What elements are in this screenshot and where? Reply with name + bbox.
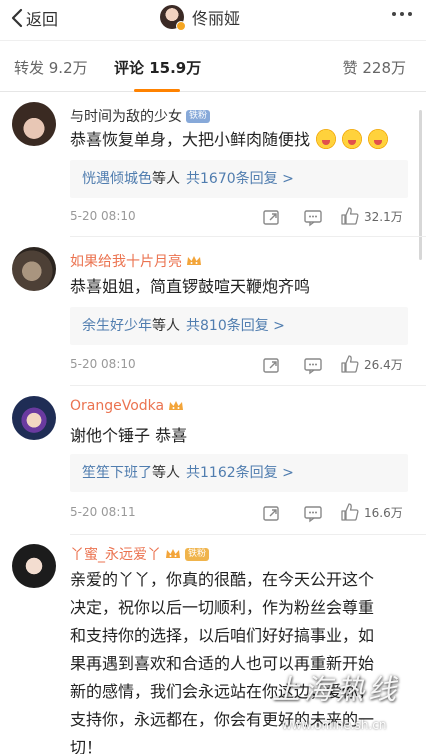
member-crown-icon: [165, 548, 181, 560]
divider: [70, 534, 426, 535]
reply-user[interactable]: 笙笙下班了: [82, 465, 152, 481]
divider: [70, 385, 426, 386]
comment-text: 谢他个锤子 恭喜: [70, 426, 188, 445]
thumb-up-icon: [341, 355, 359, 373]
chevron-left-icon: [11, 8, 23, 28]
comment-text: 恭喜姐姐，简直锣鼓喧天鞭炮齐鸣: [70, 277, 311, 296]
watermark-url: www.online.sh.cn: [282, 718, 387, 732]
comment-time: 5-20 08:10: [70, 209, 136, 223]
comment-meta: 5-20 08:11 16.6万: [70, 502, 410, 524]
tongue-emoji-icon: [368, 129, 389, 149]
comment-username[interactable]: 如果给我十片月亮: [70, 251, 202, 271]
comment-meta: 5-20 08:10 26.4万: [70, 354, 410, 376]
watermark-title: 上海热线: [272, 673, 401, 706]
comment-username[interactable]: 与时间为敌的少女 铁粉: [70, 106, 211, 126]
tongue-emoji-icon: [316, 129, 337, 149]
reply-count-link[interactable]: 共1162条回复 >: [186, 465, 294, 481]
nav-header: 返回 佟丽娅: [0, 0, 426, 36]
tab-like[interactable]: 赞 228万: [343, 57, 406, 78]
tab-active-indicator: [134, 89, 180, 92]
reply-etc: 等人: [152, 318, 180, 334]
member-crown-icon: [186, 255, 202, 267]
comment-icon[interactable]: [302, 206, 324, 228]
like-count: 16.6万: [364, 505, 403, 520]
reply-count-link[interactable]: 共810条回复 >: [186, 318, 285, 334]
thumb-up-icon: [341, 207, 359, 225]
tab-comment[interactable]: 评论 15.9万: [114, 57, 201, 78]
comment-meta: 5-20 08:10 32.1万: [70, 206, 410, 228]
reply-etc: 等人: [152, 171, 180, 187]
back-button[interactable]: 返回: [10, 6, 58, 30]
comment-time: 5-20 08:11: [70, 505, 136, 519]
back-label: 返回: [26, 10, 59, 29]
username-text: OrangeVodka: [70, 398, 165, 414]
username-text: 如果给我十片月亮: [70, 254, 182, 270]
scrollbar[interactable]: [419, 110, 422, 260]
comment-text: 恭喜恢复单身，大把小鲜肉随便找: [70, 126, 410, 154]
watermark: 上海热线 www.online.sh.cn: [272, 668, 418, 742]
reply-count-link[interactable]: 共1670条回复 >: [186, 171, 294, 187]
text-line: 亲爱的丫丫，你真的很酷，在今天公开这个: [70, 570, 375, 589]
comment-username[interactable]: OrangeVodka: [70, 398, 184, 414]
repost-icon[interactable]: [260, 502, 282, 524]
comment-text-body: 恭喜恢复单身，大把小鲜肉随便找: [70, 130, 311, 149]
fan-badge: 铁粉: [185, 547, 210, 561]
divider: [70, 236, 426, 237]
avatar[interactable]: [12, 247, 56, 291]
username-text: 丫蜜_永远爱丫: [70, 547, 161, 563]
page-title: 佟丽娅: [192, 9, 241, 28]
reply-user[interactable]: 余生好少年: [82, 318, 152, 334]
avatar: [160, 5, 186, 31]
reply-summary[interactable]: 笙笙下班了等人 共1162条回复 >: [70, 454, 408, 492]
avatar[interactable]: [12, 544, 56, 588]
comment-icon[interactable]: [302, 354, 324, 376]
like-button[interactable]: 26.4万: [340, 354, 403, 374]
reply-summary[interactable]: 恍遇倾城色等人 共1670条回复 >: [70, 160, 408, 198]
avatar[interactable]: [12, 102, 56, 146]
repost-icon[interactable]: [260, 354, 282, 376]
profile-title[interactable]: 佟丽娅: [160, 3, 240, 31]
reply-summary[interactable]: 余生好少年等人 共810条回复 >: [70, 307, 408, 345]
repost-icon[interactable]: [260, 206, 282, 228]
verified-icon: [176, 21, 186, 31]
thumb-up-icon: [341, 503, 359, 521]
like-count: 32.1万: [364, 209, 403, 224]
comment-time: 5-20 08:10: [70, 357, 136, 371]
tongue-emoji-icon: [342, 129, 363, 149]
fan-badge: 铁粉: [186, 109, 211, 123]
username-text: 与时间为敌的少女: [70, 109, 182, 125]
like-count: 26.4万: [364, 357, 403, 372]
reply-etc: 等人: [152, 465, 180, 481]
reply-user[interactable]: 恍遇倾城色: [82, 171, 152, 187]
member-crown-icon: [168, 400, 184, 412]
text-line: 决定，祝你以后一切顺利，作为粉丝会尊重: [70, 598, 375, 617]
tab-repost[interactable]: 转发 9.2万: [14, 57, 88, 78]
comment-username[interactable]: 丫蜜_永远爱丫 铁粉: [70, 544, 210, 564]
comment-icon[interactable]: [302, 502, 324, 524]
like-button[interactable]: 16.6万: [340, 502, 403, 522]
tab-bar: 转发 9.2万 评论 15.9万 赞 228万: [0, 40, 426, 92]
text-line: 和支持你的选择，以后咱们好好搞事业，如: [70, 626, 375, 645]
more-icon[interactable]: [392, 12, 412, 16]
avatar[interactable]: [12, 396, 56, 440]
like-button[interactable]: 32.1万: [340, 206, 403, 226]
